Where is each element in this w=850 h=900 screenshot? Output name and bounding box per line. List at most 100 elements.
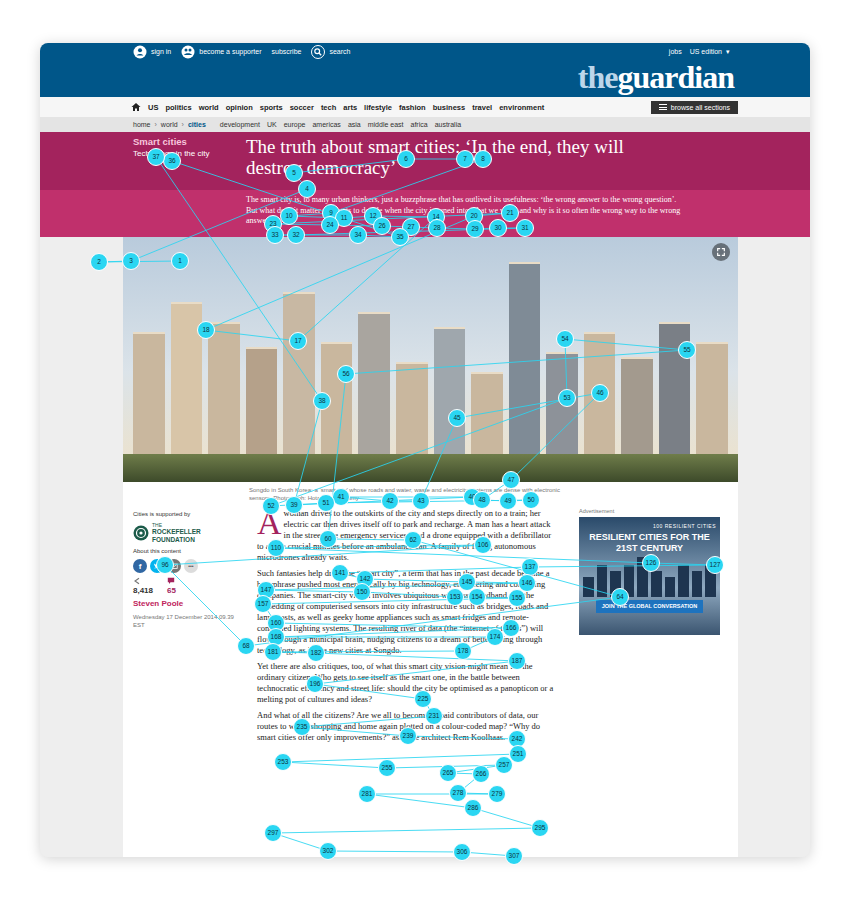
fixation-marker: 48 xyxy=(474,492,491,509)
saccade-line xyxy=(462,852,514,856)
nav-item[interactable]: tech xyxy=(321,103,336,112)
nav-item[interactable]: world xyxy=(199,103,219,112)
svg-text:96: 96 xyxy=(161,561,169,568)
sponsor-logo[interactable]: THEROCKEFELLER FOUNDATION xyxy=(133,522,237,543)
nav-item[interactable]: lifestyle xyxy=(364,103,392,112)
masthead: sign in become a supporter subscribe search… xyxy=(40,43,810,97)
comment-count[interactable]: 65 xyxy=(167,577,176,595)
svg-text:49: 49 xyxy=(504,497,512,504)
nav-item[interactable]: travel xyxy=(472,103,492,112)
section-link[interactable]: americas xyxy=(312,121,340,128)
fixation-marker: 35 xyxy=(392,229,409,246)
saccade-line xyxy=(458,774,481,793)
series-title[interactable]: Smart cities xyxy=(133,136,246,148)
saccade-line xyxy=(413,540,620,597)
nav-item[interactable]: soccer xyxy=(290,103,314,112)
nav-item[interactable]: US xyxy=(148,103,158,112)
svg-text:265: 265 xyxy=(443,769,454,776)
saccade-line xyxy=(367,794,497,795)
top-link[interactable]: search xyxy=(311,45,350,59)
fixation-marker: 146 xyxy=(519,575,536,592)
saccade-line xyxy=(315,684,423,699)
saccade-line xyxy=(276,623,511,628)
ad-banner[interactable]: 100 RESILIENT CITIESRESILIENT CITIES FOR… xyxy=(579,517,720,635)
fixation-marker: 225 xyxy=(415,691,432,708)
fixation-marker: 168 xyxy=(268,629,285,646)
svg-text:17: 17 xyxy=(294,337,302,344)
rockefeller-emblem-icon xyxy=(133,525,149,541)
fixation-marker: 60 xyxy=(320,531,337,548)
fixation-marker: 7 xyxy=(457,151,474,168)
saccade-line xyxy=(477,597,517,598)
svg-text:52: 52 xyxy=(267,502,275,509)
saccade-line xyxy=(273,833,328,851)
svg-text:146: 146 xyxy=(522,579,533,586)
saccade-line xyxy=(302,716,434,727)
jobs-link[interactable]: jobs xyxy=(669,45,682,59)
breadcrumb-item[interactable]: home xyxy=(133,121,151,128)
author-link[interactable]: Steven Poole xyxy=(133,599,237,609)
svg-text:9: 9 xyxy=(329,209,333,216)
svg-text:286: 286 xyxy=(468,804,479,811)
nav-item[interactable]: politics xyxy=(165,103,191,112)
saccade-line xyxy=(467,582,527,583)
saccade-line xyxy=(273,651,463,652)
home-icon[interactable] xyxy=(131,102,141,112)
section-link[interactable]: UK xyxy=(267,121,277,128)
fixation-marker: 33 xyxy=(267,227,284,244)
about-content-link[interactable]: About this content xyxy=(133,547,237,555)
fixation-marker: 62 xyxy=(405,532,422,549)
fixation-marker: 306 xyxy=(454,844,471,861)
saccade-line xyxy=(465,159,483,160)
fixation-marker: 12 xyxy=(365,208,382,225)
expand-icon[interactable] xyxy=(712,243,730,261)
fixation-marker: 51 xyxy=(318,495,335,512)
fixation-marker: 29 xyxy=(467,221,484,238)
section-link[interactable]: australia xyxy=(435,121,461,128)
saccade-line xyxy=(365,579,467,582)
nav-item[interactable]: arts xyxy=(343,103,357,112)
saccade-line xyxy=(276,628,511,637)
section-link[interactable]: africa xyxy=(411,121,428,128)
svg-text:46: 46 xyxy=(596,389,604,396)
ad-cta-button[interactable]: JOIN THE GLOBAL CONVERSATION xyxy=(596,600,703,613)
section-link[interactable]: middle east xyxy=(368,121,404,128)
breadcrumb-item[interactable]: cities xyxy=(188,121,206,128)
breadcrumb-item[interactable]: world xyxy=(161,121,178,128)
more-share-button[interactable]: ••• xyxy=(184,559,198,573)
top-link[interactable]: subscribe xyxy=(272,45,302,59)
fixation-marker: 38 xyxy=(314,393,331,410)
section-link[interactable]: asia xyxy=(348,121,361,128)
facebook-share-button[interactable]: f xyxy=(133,559,147,573)
guardian-logo[interactable]: theguardian xyxy=(578,59,734,95)
saccade-line xyxy=(458,793,497,794)
fixation-marker: 3 xyxy=(123,253,140,270)
nav-item[interactable]: business xyxy=(433,103,466,112)
top-link[interactable]: become a supporter xyxy=(181,45,261,59)
fixation-marker: 279 xyxy=(489,786,506,803)
share-count: 8,418 xyxy=(133,577,153,595)
saccade-line xyxy=(373,216,436,217)
browse-all-button[interactable]: browse all sections xyxy=(651,101,738,114)
svg-text:127: 127 xyxy=(710,561,721,568)
advertisement: Advertisement100 RESILIENT CITIESRESILIE… xyxy=(577,508,727,748)
photo-caption: Songdo in South Korea: a ‘smart city’ wh… xyxy=(123,482,738,508)
fixation-marker: 231 xyxy=(426,708,443,725)
fixation-marker: 39 xyxy=(286,497,303,514)
edition-picker[interactable]: US edition ▾ xyxy=(690,45,730,59)
nav-item[interactable]: environment xyxy=(499,103,544,112)
svg-text:40: 40 xyxy=(468,493,476,500)
top-link[interactable]: sign in xyxy=(133,45,171,59)
nav-item[interactable]: fashion xyxy=(399,103,426,112)
nav-item[interactable]: sports xyxy=(260,103,283,112)
section-link[interactable]: development xyxy=(220,121,260,128)
svg-text:29: 29 xyxy=(471,225,479,232)
fixation-marker: 126 xyxy=(643,555,660,572)
nav-item[interactable]: opinion xyxy=(226,103,253,112)
saccade-line xyxy=(473,808,540,828)
article-meta: Cities is supported byTHEROCKEFELLER FOU… xyxy=(133,508,237,748)
email-share-button[interactable] xyxy=(167,559,181,573)
section-link[interactable]: europe xyxy=(284,121,306,128)
twitter-share-button[interactable] xyxy=(150,559,164,573)
fixation-marker: 45 xyxy=(449,410,466,427)
